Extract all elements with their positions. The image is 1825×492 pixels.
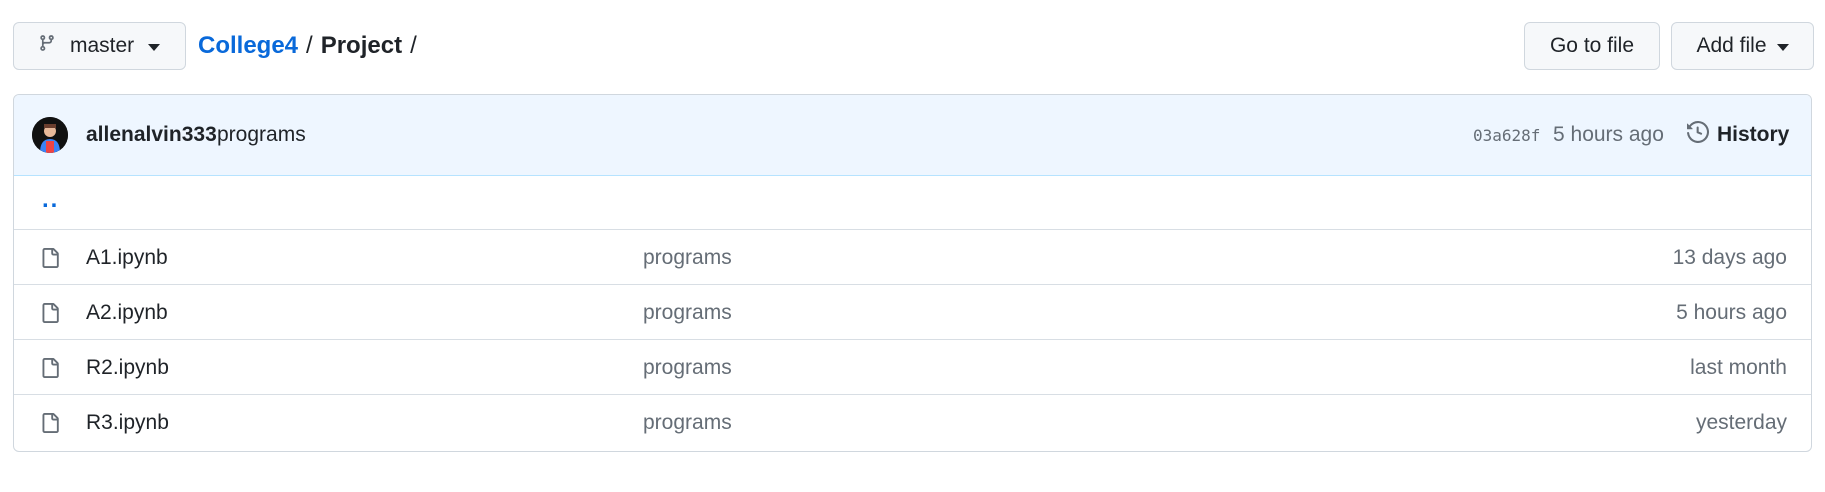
commit-time: 5 hours ago (1553, 123, 1664, 146)
history-button[interactable]: History (1687, 120, 1790, 149)
file-icon (40, 356, 60, 380)
breadcrumb-separator: / (410, 32, 417, 59)
file-icon (40, 411, 60, 435)
file-commit-message-link[interactable]: programs (643, 411, 732, 435)
file-commit-time: last month (1690, 356, 1787, 379)
file-list-box: allenalvin333 programs 03a628f 5 hours a… (13, 94, 1812, 452)
avatar[interactable] (32, 117, 68, 153)
branch-selector-button[interactable]: master (13, 22, 186, 70)
breadcrumb-separator: / (306, 32, 313, 59)
file-commit-time: 13 days ago (1672, 246, 1787, 269)
breadcrumb-repo-link[interactable]: College4 (198, 32, 298, 60)
file-commit-time: yesterday (1695, 411, 1787, 434)
file-commit-message-link[interactable]: programs (643, 301, 732, 325)
triangle-down-icon (148, 34, 161, 58)
parent-directory-row[interactable]: .. (14, 176, 1811, 230)
add-file-button[interactable]: Add file (1671, 22, 1814, 70)
history-label: History (1717, 123, 1790, 146)
parent-directory-link[interactable]: .. (42, 186, 59, 214)
file-icon (40, 246, 60, 270)
add-file-label: Add file (1696, 34, 1767, 57)
branch-name: master (70, 34, 135, 57)
go-to-file-label: Go to file (1549, 34, 1635, 57)
triangle-down-icon (1776, 34, 1789, 58)
file-name-link[interactable]: A1.ipynb (86, 246, 168, 270)
breadcrumb-current-folder: Project (320, 32, 403, 59)
file-name-link[interactable]: R2.ipynb (86, 356, 169, 380)
file-commit-message-link[interactable]: programs (643, 356, 732, 380)
file-navigation-bar: master College4 / Project / Go to file A… (13, 22, 1814, 70)
go-to-file-button[interactable]: Go to file (1524, 22, 1660, 70)
git-branch-icon (38, 33, 56, 59)
file-row[interactable]: A2.ipynb programs 5 hours ago (14, 285, 1811, 340)
file-icon (40, 301, 60, 325)
file-commit-message-link[interactable]: programs (643, 246, 732, 270)
commit-sha-link[interactable]: 03a628f (1473, 126, 1540, 145)
latest-commit-row: allenalvin333 programs 03a628f 5 hours a… (14, 95, 1811, 176)
file-name-link[interactable]: R3.ipynb (86, 411, 169, 435)
commit-message-link[interactable]: programs (217, 123, 306, 147)
file-row[interactable]: R2.ipynb programs last month (14, 340, 1811, 395)
file-commit-time: 5 hours ago (1676, 301, 1787, 324)
breadcrumb: College4 / Project / (198, 22, 425, 70)
file-row[interactable]: R3.ipynb programs yesterday (14, 395, 1811, 450)
file-name-link[interactable]: A2.ipynb (86, 301, 168, 325)
commit-author-link[interactable]: allenalvin333 (86, 123, 217, 147)
history-clock-icon (1687, 120, 1710, 149)
file-row[interactable]: A1.ipynb programs 13 days ago (14, 230, 1811, 285)
